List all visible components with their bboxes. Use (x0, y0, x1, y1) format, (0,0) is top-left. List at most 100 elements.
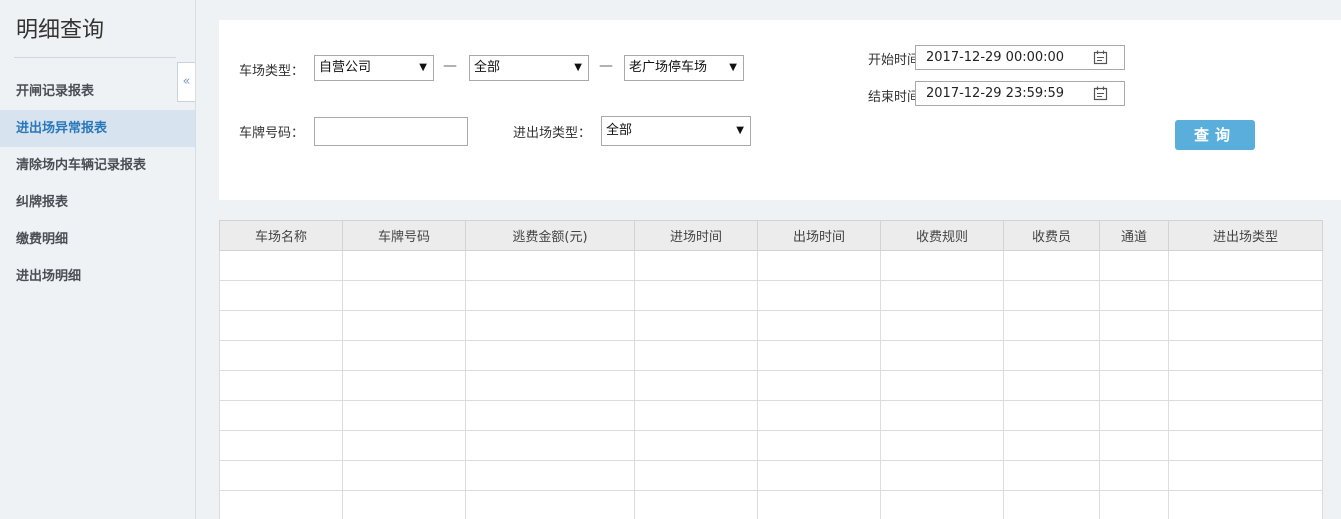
table-cell (1003, 430, 1100, 461)
table-cell (880, 280, 1004, 311)
dropdown-arrow-icon: ▼ (729, 62, 737, 73)
table-cell (634, 280, 758, 311)
table-cell (757, 340, 881, 371)
table-cell (1168, 430, 1323, 461)
parking-lot-select[interactable]: 老广场停车场 ▼ (624, 55, 744, 81)
column-header-cashier[interactable]: 收费员 (1003, 220, 1100, 251)
sidebar-item-inout-exception-report[interactable]: 进出场异常报表 (0, 110, 195, 147)
table-cell (342, 460, 466, 491)
table-cell (465, 340, 635, 371)
column-header-charge-rule[interactable]: 收费规则 (880, 220, 1004, 251)
column-header-lot-name[interactable]: 车场名称 (219, 220, 343, 251)
sidebar-nav: 开闸记录报表 进出场异常报表 清除场内车辆记录报表 纠牌报表 缴费明细 进出场明… (0, 73, 195, 295)
column-header-evaded-amount[interactable]: 逃费金额(元) (465, 220, 635, 251)
table-cell (219, 430, 343, 461)
table-row (219, 460, 1323, 491)
table-cell (757, 280, 881, 311)
table-cell (1003, 340, 1100, 371)
table-cell (465, 400, 635, 431)
sidebar-item-plate-correction-report[interactable]: 纠牌报表 (0, 184, 195, 221)
table-cell (880, 370, 1004, 401)
table-cell (634, 370, 758, 401)
lot-type-label: 车场类型： (239, 64, 305, 79)
table-cell (757, 490, 881, 519)
table-cell (465, 490, 635, 519)
table-cell (342, 250, 466, 281)
parking-lot-value: 老广场停车场 (629, 60, 708, 75)
table-cell (757, 310, 881, 341)
table-cell (880, 250, 1004, 281)
table-cell (880, 430, 1004, 461)
calendar-icon[interactable] (1093, 50, 1108, 65)
plate-number-input[interactable] (314, 117, 468, 146)
table-cell (880, 400, 1004, 431)
table-cell (1099, 460, 1169, 491)
start-time-input[interactable]: 2017-12-29 00:00:00 (915, 45, 1125, 70)
dropdown-arrow-icon: ▼ (736, 125, 744, 136)
table-cell (1003, 310, 1100, 341)
table-cell (219, 460, 343, 491)
table-cell (1003, 400, 1100, 431)
region-value: 全部 (474, 60, 501, 75)
table-row (219, 340, 1323, 371)
table-cell (1003, 490, 1100, 519)
lot-type-select[interactable]: 自营公司 ▼ (314, 55, 434, 81)
dropdown-arrow-icon: ▼ (574, 62, 582, 73)
plate-label: 车牌号码： (239, 126, 305, 141)
table-cell (1168, 490, 1323, 519)
table-cell (465, 430, 635, 461)
filter-panel: 车场类型： 自营公司 ▼ — 全部 ▼ — 老广场停车场 ▼ 车牌号码： 进出场… (219, 20, 1341, 200)
table-cell (1003, 370, 1100, 401)
dropdown-arrow-icon: ▼ (419, 62, 427, 73)
sidebar-item-inout-detail[interactable]: 进出场明细 (0, 258, 195, 295)
table-cell (1099, 250, 1169, 281)
column-header-lane[interactable]: 通道 (1099, 220, 1169, 251)
calendar-icon[interactable] (1093, 86, 1108, 101)
table-cell (880, 460, 1004, 491)
table-cell (1003, 460, 1100, 491)
table-cell (757, 400, 881, 431)
table-cell (1099, 340, 1169, 371)
column-header-entry-time[interactable]: 进场时间 (634, 220, 758, 251)
table-cell (757, 370, 881, 401)
region-select[interactable]: 全部 ▼ (469, 55, 589, 81)
table-cell (880, 340, 1004, 371)
table-cell (465, 280, 635, 311)
sidebar-item-payment-detail[interactable]: 缴费明细 (0, 221, 195, 258)
table-cell (880, 490, 1004, 519)
table-cell (634, 250, 758, 281)
table-cell (634, 460, 758, 491)
table-cell (219, 250, 343, 281)
table-body (219, 250, 1323, 519)
sidebar-item-clear-vehicle-report[interactable]: 清除场内车辆记录报表 (0, 147, 195, 184)
table-cell (634, 400, 758, 431)
page-title: 明细查询 (16, 18, 105, 43)
end-time-input[interactable]: 2017-12-29 23:59:59 (915, 81, 1125, 106)
collapse-sidebar-button[interactable]: « (177, 62, 195, 102)
table-row (219, 370, 1323, 401)
table-row (219, 400, 1323, 431)
column-header-plate-number[interactable]: 车牌号码 (342, 220, 466, 251)
inout-type-label: 进出场类型： (513, 126, 592, 141)
query-button[interactable]: 查询 (1175, 120, 1255, 150)
table-cell (634, 490, 758, 519)
column-header-exit-time[interactable]: 出场时间 (757, 220, 881, 251)
sidebar-item-gate-record-report[interactable]: 开闸记录报表 (0, 73, 195, 110)
table-cell (342, 310, 466, 341)
inout-type-select[interactable]: 全部 ▼ (601, 116, 751, 146)
table-cell (219, 490, 343, 519)
table-cell (465, 250, 635, 281)
table-cell (757, 430, 881, 461)
table-cell (342, 370, 466, 401)
separator-dash: — (443, 58, 457, 74)
table-cell (880, 310, 1004, 341)
table-cell (342, 340, 466, 371)
table-row (219, 310, 1323, 341)
table-cell (465, 370, 635, 401)
results-table: 车场名称 车牌号码 逃费金额(元) 进场时间 出场时间 收费规则 收费员 通道 … (219, 220, 1323, 519)
table-cell (1099, 370, 1169, 401)
start-time-value: 2017-12-29 00:00:00 (926, 50, 1065, 65)
table-cell (1099, 490, 1169, 519)
table-cell (1168, 400, 1323, 431)
column-header-inout-type[interactable]: 进出场类型 (1168, 220, 1323, 251)
